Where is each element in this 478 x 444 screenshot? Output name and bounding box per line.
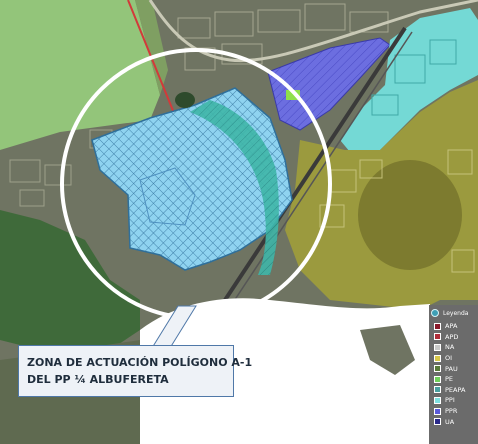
- legend-swatch: [434, 407, 441, 415]
- legend-swatch: [434, 375, 441, 383]
- legend-title: Leyenda: [443, 309, 469, 317]
- legend-header: Leyenda: [429, 305, 478, 321]
- legend-item: PAU: [434, 363, 478, 374]
- legend-item-label: PPI: [445, 396, 455, 405]
- legend-swatch: [434, 322, 441, 330]
- roundabout: [175, 92, 195, 108]
- legend-swatch: [434, 396, 441, 404]
- legend-item-label: PE: [445, 375, 454, 384]
- legend-swatch: [434, 418, 441, 426]
- legend-item: APD: [434, 332, 478, 343]
- legend-item: PEAPA: [434, 385, 478, 396]
- legend-swatch: [434, 333, 441, 341]
- legend-item: PPI: [434, 395, 478, 406]
- legend-item-label: PAU: [445, 364, 458, 373]
- callout-label: ZONA DE ACTUACIÓN POLÍGONO A-1 DEL PP ¼ …: [18, 345, 253, 397]
- legend-item-label: PPR: [445, 407, 458, 416]
- legend-item-label: PEAPA: [445, 385, 466, 394]
- legend-item-label: UA: [445, 417, 455, 426]
- legend-panel: Leyenda APA APD NA OI PAU PE PEAPA PPI PPR UA: [429, 305, 478, 444]
- legend-item: UA: [434, 416, 478, 427]
- legend-swatch: [434, 365, 441, 373]
- legend-swatch: [434, 386, 441, 394]
- legend-item-label: APA: [445, 322, 458, 331]
- map-view[interactable]: ZONA DE ACTUACIÓN POLÍGONO A-1 DEL PP ¼ …: [0, 0, 478, 444]
- legend-items: APA APD NA OI PAU PE PEAPA PPI PPR UA: [429, 321, 478, 427]
- legend-item: NA: [434, 342, 478, 353]
- hill-east: [358, 160, 462, 270]
- legend-item: PPR: [434, 406, 478, 417]
- legend-item: APA: [434, 321, 478, 332]
- legend-item-label: OI: [445, 354, 453, 363]
- legend-swatch: [434, 343, 441, 351]
- legend-item: OI: [434, 353, 478, 364]
- callout-line2: DEL PP ¼ ALBUFERETA: [27, 373, 169, 386]
- callout-line1: ZONA DE ACTUACIÓN POLÍGONO A-1: [27, 356, 253, 369]
- legend-item-label: NA: [445, 343, 455, 352]
- legend-swatch: [434, 354, 441, 362]
- layers-icon: [431, 309, 439, 317]
- legend-item: PE: [434, 374, 478, 385]
- legend-item-label: APD: [445, 332, 459, 341]
